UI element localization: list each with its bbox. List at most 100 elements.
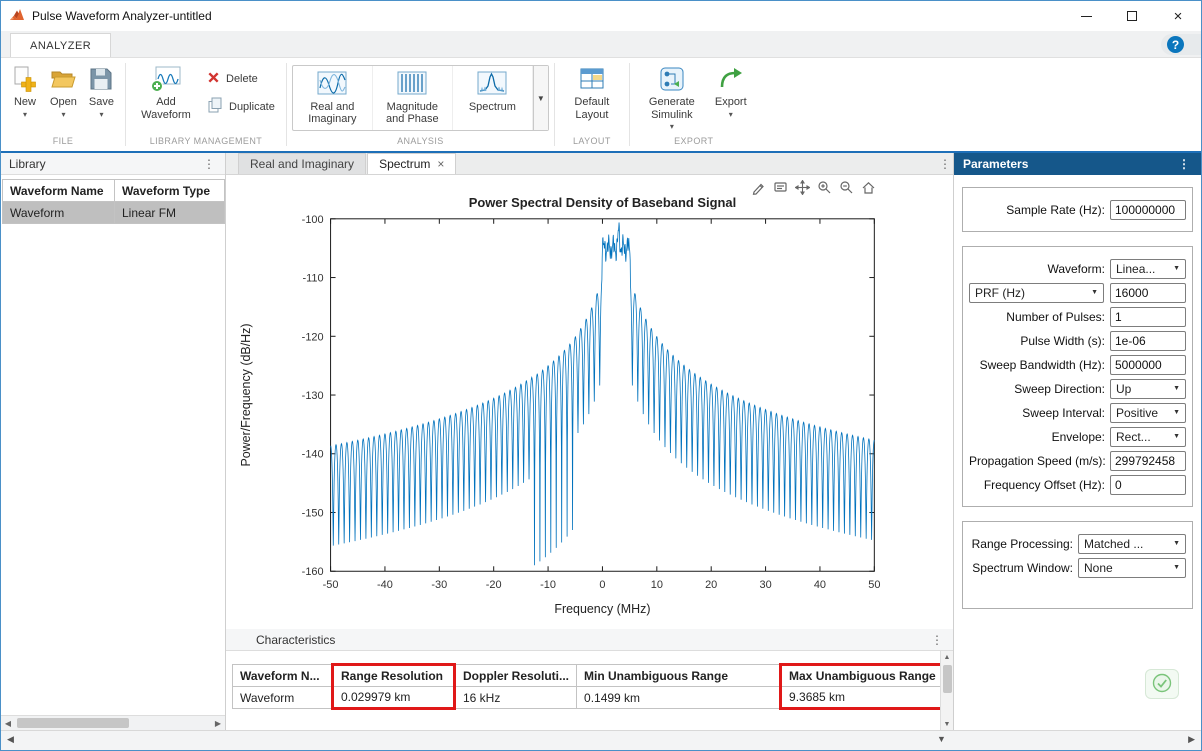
add-waveform-button[interactable]: Add Waveform: [131, 61, 201, 121]
maximize-button[interactable]: [1109, 1, 1155, 31]
library-hscrollbar[interactable]: ◀ ▶: [1, 715, 225, 730]
panel-menu-icon[interactable]: ⋮: [201, 157, 217, 171]
edit-plot-icon[interactable]: [750, 179, 767, 196]
chevron-down-icon: ▼: [537, 94, 545, 103]
pulse-width-input[interactable]: [1110, 331, 1186, 351]
waveform-select[interactable]: Linea... ▼: [1110, 259, 1186, 279]
param-row-prf: PRF (Hz) ▼: [969, 282, 1186, 303]
svg-text:-30: -30: [431, 579, 447, 591]
spectrum-plot[interactable]: -50-40-30-20-1001020304050-160-150-140-1…: [226, 175, 953, 629]
open-dropdown-icon[interactable]: ▾: [61, 110, 65, 119]
sample-rate-input[interactable]: [1110, 200, 1186, 220]
sweep-bandwidth-input[interactable]: [1110, 355, 1186, 375]
home-restore-view-icon[interactable]: [860, 179, 877, 196]
magnitude-phase-view-button[interactable]: Magnitude and Phase: [373, 66, 453, 130]
spectrum-window-select[interactable]: None ▼: [1078, 558, 1186, 578]
generate-simulink-dropdown-icon[interactable]: ▾: [670, 122, 674, 131]
characteristics-table: Waveform N... Range Resolution Doppler R…: [232, 663, 946, 710]
minimize-button[interactable]: [1063, 1, 1109, 31]
propagation-speed-input[interactable]: [1110, 451, 1186, 471]
library-row-waveform[interactable]: Waveform Linear FM: [3, 202, 225, 224]
zoom-in-icon[interactable]: [816, 179, 833, 196]
chevron-down-icon: ▼: [1170, 564, 1183, 571]
number-of-pulses-input[interactable]: [1110, 307, 1186, 327]
param-row-pulse-width: Pulse Width (s):: [969, 330, 1186, 351]
save-button[interactable]: Save ▾: [83, 61, 120, 119]
sweep-interval-select[interactable]: Positive ▼: [1110, 403, 1186, 423]
tab-real-and-imaginary[interactable]: Real and Imaginary: [238, 153, 366, 174]
duplicate-icon: [207, 97, 223, 116]
generate-simulink-button[interactable]: Generate Simulink ▾: [635, 61, 709, 131]
help-icon: ?: [1167, 36, 1184, 53]
parameters-body: Sample Rate (Hz): Waveform: Linea... ▼: [954, 175, 1201, 730]
document-tabstrip: Real and Imaginary Spectrum × ⋮: [226, 153, 953, 175]
delete-button[interactable]: Delete: [201, 69, 281, 89]
param-row-frequency-offset: Frequency Offset (Hz):: [969, 474, 1186, 495]
panel-menu-icon[interactable]: ⋮: [1176, 157, 1192, 171]
ribbon-section-analysis: Real and Imaginary: [287, 58, 554, 151]
range-processing-select[interactable]: Matched ... ▼: [1078, 534, 1186, 554]
characteristics-vscrollbar[interactable]: ▲ ▼: [940, 651, 953, 730]
new-dropdown-icon[interactable]: ▾: [23, 110, 27, 119]
svg-text:0: 0: [599, 579, 605, 591]
panel-menu-icon[interactable]: ⋮: [929, 633, 945, 647]
hscroll-thumb[interactable]: [17, 718, 129, 728]
spectrum-icon: [477, 71, 507, 99]
close-button[interactable]: ×: [1155, 1, 1201, 31]
datatip-icon[interactable]: [772, 179, 789, 196]
panel-menu-icon[interactable]: ⋮: [937, 157, 953, 171]
scroll-right-icon[interactable]: ▶: [211, 719, 225, 728]
prf-input[interactable]: [1110, 283, 1186, 303]
propagation-speed-label: Propagation Speed (m/s):: [969, 454, 1110, 468]
add-waveform-icon: [150, 64, 182, 94]
prf-mode-select[interactable]: PRF (Hz) ▼: [969, 283, 1104, 303]
spectrum-view-button[interactable]: Spectrum: [453, 66, 533, 130]
bottom-scroll-strip: ◀ ▼ ▶: [1, 730, 1201, 750]
save-dropdown-icon[interactable]: ▾: [99, 110, 103, 119]
svg-text:-120: -120: [302, 331, 324, 343]
vscroll-thumb[interactable]: [943, 665, 952, 693]
tab-close-icon[interactable]: ×: [437, 157, 444, 171]
frequency-offset-input[interactable]: [1110, 475, 1186, 495]
sweep-direction-select[interactable]: Up ▼: [1110, 379, 1186, 399]
check-icon: [1152, 673, 1172, 696]
svg-text:20: 20: [705, 579, 717, 591]
waveform-label: Waveform:: [969, 262, 1110, 276]
apply-button[interactable]: [1145, 669, 1179, 699]
new-button[interactable]: New ▾: [6, 61, 44, 119]
scroll-down-icon[interactable]: ▼: [937, 734, 946, 744]
section-label-analysis: ANALYSIS: [292, 136, 549, 151]
scroll-left-icon[interactable]: ◀: [1, 719, 15, 728]
export-dropdown-icon[interactable]: ▾: [729, 110, 733, 119]
gallery-dropdown-button[interactable]: ▼: [533, 66, 548, 130]
new-icon: [12, 64, 38, 94]
chevron-down-icon: ▼: [1170, 540, 1183, 547]
scroll-up-icon[interactable]: ▲: [944, 651, 951, 663]
chevron-down-icon: ▼: [1170, 409, 1183, 416]
parameters-header: Parameters ⋮: [954, 153, 1201, 175]
section-label-file: FILE: [6, 136, 120, 151]
psd-chart-canvas[interactable]: -50-40-30-20-1001020304050-160-150-140-1…: [226, 175, 953, 629]
real-imaginary-view-button[interactable]: Real and Imaginary: [293, 66, 373, 130]
default-layout-button[interactable]: Default Layout: [560, 61, 624, 121]
scroll-right-icon[interactable]: ▶: [1188, 734, 1195, 745]
pan-icon[interactable]: [794, 179, 811, 196]
sweep-direction-label: Sweep Direction:: [969, 382, 1110, 396]
zoom-out-icon[interactable]: [838, 179, 855, 196]
help-button[interactable]: ?: [1161, 34, 1201, 55]
svg-text:10: 10: [651, 579, 663, 591]
param-row-sample-rate: Sample Rate (Hz):: [969, 199, 1186, 220]
sweep-interval-label: Sweep Interval:: [969, 406, 1110, 420]
param-row-sweep-interval: Sweep Interval: Positive ▼: [969, 402, 1186, 423]
tab-spectrum[interactable]: Spectrum ×: [367, 153, 456, 174]
duplicate-button[interactable]: Duplicate: [201, 95, 281, 118]
ribbon-section-layout: Default Layout LAYOUT: [555, 58, 629, 151]
param-row-propagation-speed: Propagation Speed (m/s):: [969, 450, 1186, 471]
scroll-down-icon[interactable]: ▼: [944, 718, 951, 730]
scroll-left-icon[interactable]: ◀: [7, 734, 14, 745]
real-imaginary-icon: [317, 71, 347, 99]
tab-analyzer[interactable]: ANALYZER: [10, 33, 111, 57]
envelope-select[interactable]: Rect... ▼: [1110, 427, 1186, 447]
open-button[interactable]: Open ▾: [44, 61, 83, 119]
export-button[interactable]: Export ▾: [709, 61, 753, 119]
